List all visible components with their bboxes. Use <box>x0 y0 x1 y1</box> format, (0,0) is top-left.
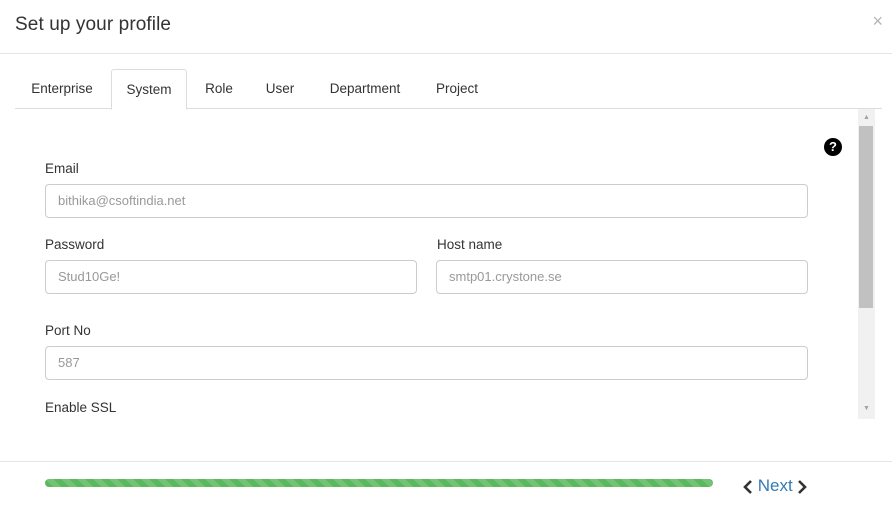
help-icon[interactable]: ? <box>824 138 842 156</box>
tab-system[interactable]: System <box>111 69 187 110</box>
tab-role[interactable]: Role <box>191 69 247 109</box>
scroll-down-arrow[interactable]: ▼ <box>858 402 875 416</box>
system-settings-panel: ? Email bithika@csoftindia.net Password … <box>15 109 882 419</box>
password-label: Password <box>45 237 105 252</box>
modal-header: Set up your profile × <box>0 0 892 54</box>
password-field[interactable]: Stud10Ge! <box>45 260 417 294</box>
panel-scrollbar[interactable]: ▲ ▼ <box>858 109 875 419</box>
next-label: Next <box>757 476 793 495</box>
chevron-left-icon <box>743 475 753 494</box>
host-name-field[interactable]: smtp01.crystone.se <box>436 260 808 294</box>
scroll-up-arrow[interactable]: ▲ <box>858 111 875 125</box>
progress-fill <box>45 479 713 487</box>
next-button[interactable]: Next <box>743 475 808 497</box>
enable-ssl-label: Enable SSL <box>45 400 117 415</box>
modal-title: Set up your profile <box>15 14 172 35</box>
profile-tabs: Enterprise System Role User Department P… <box>15 69 882 110</box>
modal-footer: Next <box>0 461 892 506</box>
scroll-thumb[interactable] <box>859 126 873 308</box>
chevron-right-icon <box>797 475 808 494</box>
tab-department[interactable]: Department <box>314 69 416 109</box>
close-button[interactable]: × <box>872 12 883 30</box>
tab-user[interactable]: User <box>251 69 309 109</box>
email-field[interactable]: bithika@csoftindia.net <box>45 184 808 218</box>
host-name-label: Host name <box>437 237 503 252</box>
email-label: Email <box>45 161 79 176</box>
port-no-field[interactable]: 587 <box>45 346 808 380</box>
port-no-label: Port No <box>45 323 91 338</box>
profile-setup-modal: Set up your profile × Enterprise System … <box>0 0 892 506</box>
tab-enterprise[interactable]: Enterprise <box>15 69 109 109</box>
tab-project[interactable]: Project <box>421 69 493 109</box>
setup-progress-bar <box>45 479 713 487</box>
